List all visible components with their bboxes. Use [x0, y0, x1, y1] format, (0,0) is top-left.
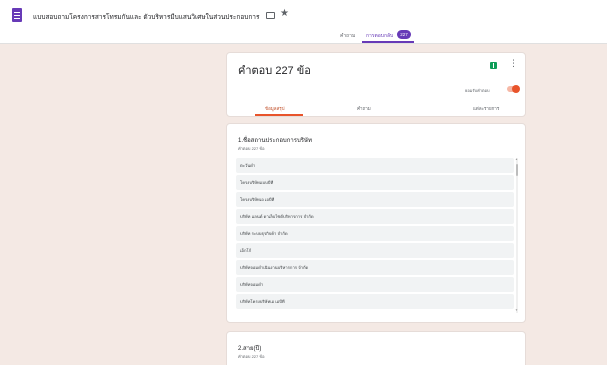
- active-tab-indicator: [362, 41, 414, 43]
- scrollbar-track[interactable]: [516, 158, 518, 313]
- tab-question[interactable]: คำถาม: [357, 105, 371, 112]
- list-item: บริษัทจอมดำเนินงานบริหารการ จำกัด: [236, 260, 514, 275]
- accepting-responses-label: ยอมรับคำตอบ: [465, 88, 490, 93]
- document-title[interactable]: แบบสอบถามโครงการสารโทรมกันและ ตัวบริหารม…: [33, 12, 259, 22]
- forms-logo-icon[interactable]: [12, 8, 22, 22]
- tab-questions[interactable]: คำถาม: [340, 32, 355, 40]
- sheets-icon[interactable]: [490, 62, 497, 69]
- list-item: โครงบริษัทเอ เอบีที: [236, 192, 514, 207]
- question-response-count: คำตอบ 227 ข้อ: [238, 146, 265, 151]
- more-vert-icon[interactable]: ⋮: [509, 59, 518, 68]
- responses-summary-card: คำตอบ 227 ข้อ ⋮ ยอมรับคำตอบ ข้อมูลสรุป ค…: [226, 52, 526, 117]
- folder-icon[interactable]: [266, 12, 275, 19]
- list-item: เอ็กโก้: [236, 243, 514, 258]
- scroll-down-icon[interactable]: ▼: [515, 309, 518, 312]
- tab-responses[interactable]: การตอบกลับ: [366, 32, 393, 40]
- accepting-responses-toggle[interactable]: [507, 84, 520, 93]
- scrollbar-thumb[interactable]: [516, 164, 518, 176]
- star-icon[interactable]: ★: [280, 9, 289, 19]
- tab-summary[interactable]: ข้อมูลสรุป: [265, 105, 285, 112]
- list-item: ตะวันดำ: [236, 158, 514, 173]
- list-item: บริษัท แลนด์ ดาเล็บไซต์บริหารการ จำกัด: [236, 209, 514, 224]
- list-item: บริษัท ระบบธุรกิจค้า จำกัด: [236, 226, 514, 241]
- responses-count-badge: 227: [397, 30, 411, 39]
- tab-individual[interactable]: แต่ละรายการ: [473, 105, 499, 112]
- question-response-count: คำตอบ 227 ข้อ: [238, 354, 265, 359]
- question-title: 2.สาย(ปี): [238, 346, 262, 352]
- question-card: 1.ชื่อสถานประกอบการบริษัท คำตอบ 227 ข้อ …: [226, 123, 526, 323]
- question-title: 1.ชื่อสถานประกอบการบริษัท: [238, 138, 312, 144]
- response-list: ตะวันดำ โครงบริษัทแบบบีที โครงบริษัทเอ เ…: [236, 158, 518, 313]
- list-item: บริษัทจอมดำ: [236, 277, 514, 292]
- active-subtab-indicator: [255, 114, 303, 116]
- scroll-up-icon[interactable]: ▲: [515, 158, 518, 161]
- responses-count-title: คำตอบ 227 ข้อ: [238, 65, 311, 77]
- list-item: บริษัทโครงบริษัทเอ เอบีที: [236, 294, 514, 309]
- question-card: 2.สาย(ปี) คำตอบ 227 ข้อ: [226, 331, 526, 365]
- top-bar: แบบสอบถามโครงการสารโทรมกันและ ตัวบริหารม…: [0, 0, 607, 44]
- list-item: โครงบริษัทแบบบีที: [236, 175, 514, 190]
